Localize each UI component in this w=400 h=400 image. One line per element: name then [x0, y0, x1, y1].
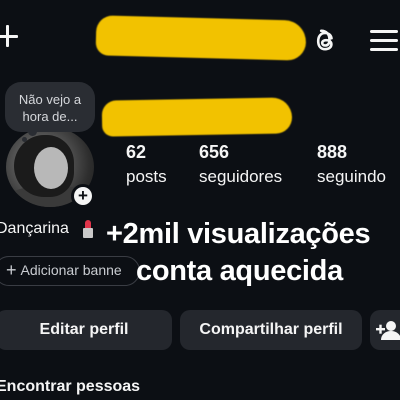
plus-icon: +: [6, 260, 17, 280]
stat-posts[interactable]: 62 posts: [126, 142, 167, 187]
followers-label: seguidores: [199, 167, 283, 186]
redacted-display-name: [101, 97, 293, 137]
stat-followers[interactable]: 656 seguidores: [199, 142, 282, 187]
bio-text: Dançarina: [0, 220, 69, 237]
overlay-caption-line2: conta aquecida: [136, 255, 343, 287]
share-profile-button[interactable]: Compartilhar perfil: [180, 310, 362, 350]
threads-icon[interactable]: [310, 26, 340, 56]
discover-people-button[interactable]: [370, 310, 400, 350]
menu-line: [370, 39, 398, 42]
note-text-line1: Não vejo a: [18, 92, 82, 107]
lipstick-icon: [83, 220, 93, 238]
following-label: seguindo: [317, 167, 387, 186]
edit-profile-button[interactable]: Editar perfil: [0, 310, 172, 350]
followers-count: 656: [199, 142, 230, 162]
add-story-plus-icon[interactable]: +: [74, 187, 92, 205]
avatar-photo-face: [34, 147, 68, 189]
menu-line: [370, 30, 398, 33]
following-count: 888: [317, 142, 348, 162]
new-post-plus-icon[interactable]: [0, 22, 24, 50]
note-bubble-tail-small: [22, 137, 27, 142]
lipstick-body: [83, 228, 93, 238]
menu-line: [370, 48, 398, 51]
posts-label: posts: [126, 167, 167, 186]
overlay-caption-line1: +2mil visualizações: [106, 218, 371, 250]
note-bubble[interactable]: Não vejo a hora de...: [5, 82, 95, 132]
find-people-heading: Encontrar pessoas: [0, 378, 141, 395]
hamburger-menu-icon[interactable]: [370, 28, 398, 52]
add-banner-label: Adicionar banne: [20, 262, 122, 278]
add-person-icon: [376, 321, 400, 340]
add-banner-button[interactable]: + Adicionar banne: [0, 256, 140, 286]
note-text-line2: hora de...: [22, 109, 78, 124]
stat-following[interactable]: 888 seguindo: [317, 142, 386, 187]
posts-count: 62: [126, 142, 147, 162]
redacted-username: [95, 15, 307, 61]
lipstick-tip: [85, 220, 91, 228]
